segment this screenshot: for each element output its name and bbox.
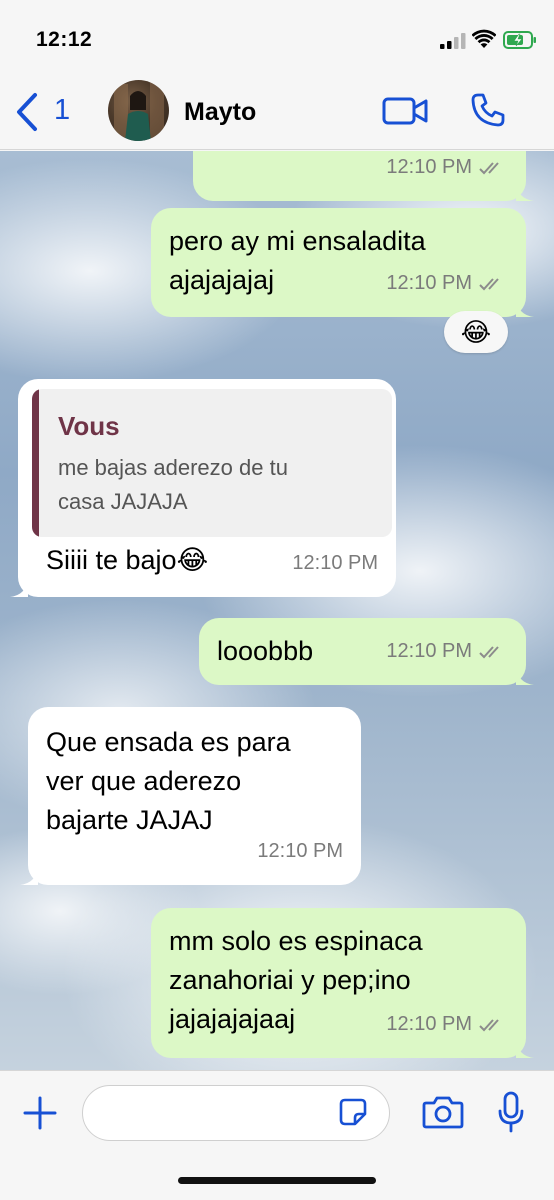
message-time: 12:10 PM (386, 272, 472, 294)
contact-name[interactable]: Mayto (184, 98, 256, 127)
bubble-tail (516, 183, 534, 201)
home-indicator (178, 1177, 376, 1184)
contact-avatar[interactable] (108, 80, 169, 141)
message-bubble-outgoing[interactable]: looobbb 12:10 PM (199, 618, 534, 685)
read-ticks-icon (479, 1018, 499, 1031)
message-text: Que ensada es para ver que aderezo bajar… (46, 727, 291, 835)
message-time: 12:10 PM (386, 1013, 472, 1035)
message-input-bar (0, 1070, 554, 1200)
quoted-message[interactable]: Vous me bajas aderezo de tu casa JAJAJA (32, 389, 392, 537)
message-bubble-incoming[interactable]: Vous me bajas aderezo de tu casa JAJAJA … (10, 379, 396, 597)
battery-icon (503, 31, 536, 49)
back-unread-count[interactable]: 1 (54, 94, 70, 127)
signal-icon (440, 33, 466, 49)
quote-author: Vous (58, 411, 120, 441)
read-ticks-icon (479, 645, 499, 658)
bubble-tail (516, 299, 534, 317)
bubble-tail (516, 1040, 534, 1058)
status-bar: 12:12 (0, 0, 554, 72)
message-reaction[interactable]: 😂 (444, 311, 508, 353)
message-meta: 12:10 PM (292, 544, 378, 583)
microphone-icon[interactable] (497, 1091, 525, 1133)
message-meta: 12:10 PM (386, 264, 508, 303)
message-time: 12:10 PM (257, 840, 343, 862)
wifi-icon (472, 29, 496, 48)
chat-area[interactable]: 12:10 PM pero ay mi ensaladita ajajajaja… (0, 151, 554, 1070)
bubble-tail (10, 579, 28, 597)
message-bubble-outgoing[interactable]: 12:10 PM (193, 151, 534, 201)
phone-call-icon[interactable] (470, 92, 506, 128)
plus-icon[interactable] (22, 1095, 58, 1131)
status-time: 12:12 (36, 28, 93, 51)
back-chevron-icon[interactable] (14, 92, 40, 132)
message-time: 12:10 PM (386, 156, 472, 178)
message-bubble-outgoing[interactable]: mm solo es espinaca zanahoriai y pep;ino… (151, 908, 534, 1058)
quote-text: me bajas aderezo de tu casa JAJAJA (58, 455, 288, 514)
message-bubble-incoming[interactable]: Que ensada es para ver que aderezo bajar… (20, 707, 361, 885)
message-time: 12:10 PM (386, 640, 472, 662)
message-time: 12:10 PM (292, 552, 378, 574)
camera-icon[interactable] (422, 1095, 464, 1129)
bubble-tail (20, 867, 38, 885)
message-meta: 12:10 PM (386, 632, 508, 671)
message-meta: 12:10 PM (386, 1005, 508, 1044)
read-ticks-icon (479, 277, 499, 290)
chat-header: 1 Mayto (0, 72, 554, 150)
message-bubble-outgoing[interactable]: pero ay mi ensaladita ajajajajaj 12:10 P… (151, 208, 534, 317)
message-text: Siiii te bajo😂 (46, 545, 209, 575)
sticker-icon[interactable] (338, 1097, 368, 1127)
message-meta: 12:10 PM (386, 151, 508, 187)
bubble-tail (516, 667, 534, 685)
read-ticks-icon (479, 161, 499, 174)
quote-bar (32, 389, 39, 537)
reaction-emoji: 😂 (460, 317, 492, 347)
message-meta: 12:10 PM (257, 832, 343, 871)
video-call-icon[interactable] (382, 96, 428, 126)
